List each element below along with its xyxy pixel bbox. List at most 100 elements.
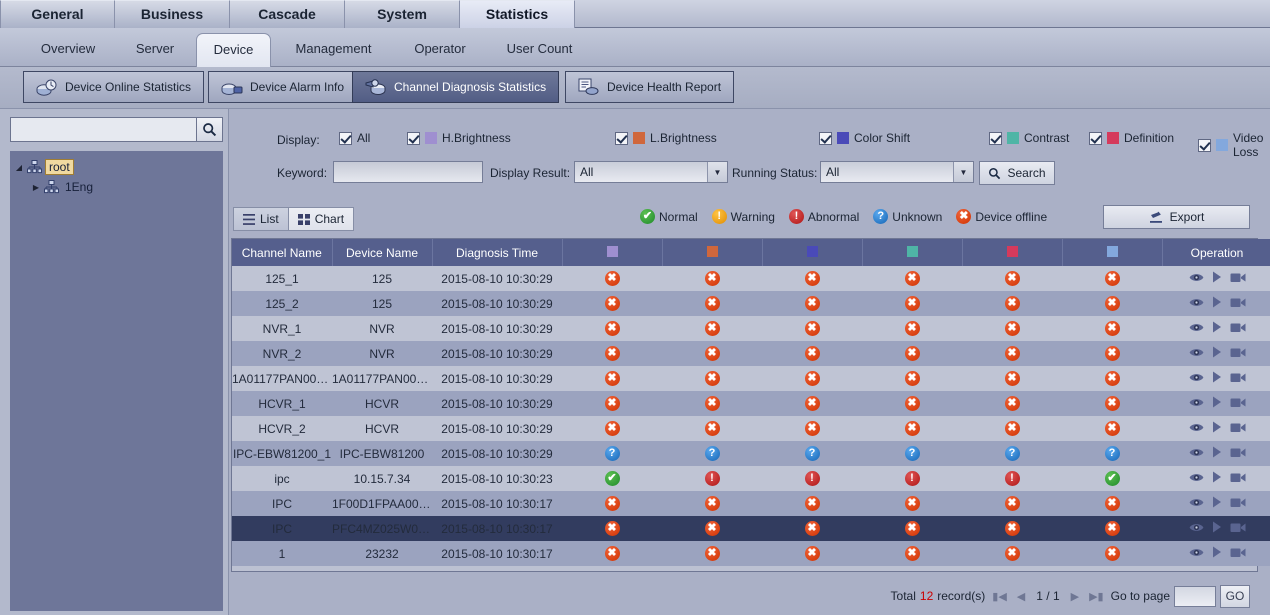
table-row[interactable]: ipc 10.15.7.34 2015-08-10 10:30:23 ✔!!!! ✔ [232,466,1270,491]
table-row[interactable]: IPC-EBW81200_1 IPC-EBW81200 2015-08-10 10:… [232,441,1270,466]
status-offline-icon: ✖ [704,396,720,412]
video-camera-icon[interactable] [1230,522,1246,536]
export-button[interactable]: Export [1103,205,1250,229]
icon-tab-channel-diagnosis-statistics[interactable]: Channel Diagnosis Statistics [352,71,560,103]
filter-h-brightness[interactable]: H.Brightness [407,131,511,145]
play-icon[interactable] [1212,471,1222,486]
eye-icon[interactable] [1189,547,1204,561]
display-result-select[interactable]: All ▼ [574,161,728,183]
tree-node-root[interactable]: ◢ root [14,157,219,177]
cell-channel: NVR_1 [262,321,302,336]
video-camera-icon[interactable] [1230,497,1246,511]
chevron-right-icon[interactable]: ▶ [31,183,41,192]
filter-video-loss[interactable]: Video Loss [1198,131,1270,159]
keyword-input[interactable] [333,161,483,183]
table-row[interactable]: 1 23232 2015-08-10 10:30:17 ✖ ✖ ✖ ✖ ✖ ✖ [232,541,1270,566]
video-camera-icon[interactable] [1230,372,1246,386]
top-tab-business[interactable]: Business [115,0,230,28]
cell-device: HCVR [364,396,399,411]
play-icon[interactable] [1212,521,1222,536]
next-page-icon[interactable]: ▶ [1068,590,1082,603]
video-camera-icon[interactable] [1230,272,1246,286]
play-icon[interactable] [1212,346,1222,361]
video-camera-icon[interactable] [1230,447,1246,461]
video-camera-icon[interactable] [1230,347,1246,361]
eye-icon[interactable] [1189,272,1204,286]
first-page-icon[interactable]: ▮◀ [989,590,1010,603]
search-button[interactable]: Search [979,161,1055,185]
table-row[interactable]: HCVR_1 HCVR 2015-08-10 10:30:29 ✖ ✖ ✖ ✖ ✖ ✖ [232,391,1270,416]
play-icon[interactable] [1212,496,1222,511]
video-camera-icon[interactable] [1230,297,1246,311]
table-row[interactable]: HCVR_2 HCVR 2015-08-10 10:30:29 ✖ ✖ ✖ ✖ ✖ ✖ [232,416,1270,441]
tree-search-button[interactable] [196,118,222,141]
eye-icon[interactable] [1189,422,1204,436]
filter-checkbox[interactable] [615,131,628,145]
play-icon[interactable] [1212,296,1222,311]
video-camera-icon[interactable] [1230,472,1246,486]
video-camera-icon[interactable] [1230,422,1246,436]
table-row[interactable]: 1A01177PAN0000… 1A01177PAN00001 2015-08-10… [232,366,1270,391]
sub-tab-operator[interactable]: Operator [394,33,486,67]
chevron-down-icon[interactable]: ◢ [14,163,24,172]
top-tab-cascade[interactable]: Cascade [230,0,345,28]
sub-tab-user-count[interactable]: User Count [488,33,591,67]
icon-tab-device-health-report[interactable]: Device Health Report [565,71,735,103]
video-camera-icon[interactable] [1230,547,1246,561]
table-row[interactable]: NVR_2 NVR 2015-08-10 10:30:29 ✖ ✖ ✖ ✖ ✖ ✖ [232,341,1270,366]
eye-icon[interactable] [1189,397,1204,411]
eye-icon[interactable] [1189,497,1204,511]
top-tab-system[interactable]: System [345,0,460,28]
prev-page-icon[interactable]: ◀ [1014,590,1028,603]
go-button[interactable]: GO [1220,584,1250,608]
tree-search-input[interactable] [11,118,196,141]
view-mode-list[interactable]: List [233,207,289,231]
filter-color-shift[interactable]: Color Shift [819,131,910,145]
cell-channel: NVR_2 [262,346,302,361]
filter-checkbox[interactable] [1089,131,1102,145]
sub-tab-server[interactable]: Server [120,33,190,67]
icon-tab-device-online-statistics[interactable]: Device Online Statistics [23,71,205,103]
view-mode-chart[interactable]: Chart [288,207,355,231]
goto-page-input[interactable] [1174,585,1216,607]
filter-checkbox[interactable] [819,131,832,145]
tree-node-1eng[interactable]: ▶ 1Eng [31,177,219,197]
table-row[interactable]: IPC PFC4MZ025W000… 2015-08-10 10:30:17 ✖ ✖ ✖ ✖… [232,516,1270,541]
video-camera-icon[interactable] [1230,397,1246,411]
table-row[interactable]: IPC 1F00D1FPAA00189 2015-08-10 10:30:17 ✖ ✖ ✖… [232,491,1270,516]
video-camera-icon[interactable] [1230,322,1246,336]
filter-checkbox[interactable] [989,131,1002,145]
play-icon[interactable] [1212,446,1222,461]
filter-contrast[interactable]: Contrast [989,131,1069,145]
filter-all-checkbox[interactable] [339,131,352,145]
filter-checkbox[interactable] [407,131,420,145]
play-icon[interactable] [1212,271,1222,286]
sub-tab-management[interactable]: Management [275,33,392,67]
filter-checkbox[interactable] [1198,138,1211,152]
sub-tab-device[interactable]: Device [196,33,271,67]
icon-tab-device-alarm-info[interactable]: Device Alarm Info [208,71,358,103]
play-icon[interactable] [1212,321,1222,336]
filter-definition[interactable]: Definition [1089,131,1174,145]
eye-icon[interactable] [1189,472,1204,486]
table-row[interactable]: 125_2 125 2015-08-10 10:30:29 ✖ ✖ ✖ ✖ ✖ ✖ [232,291,1270,316]
table-row[interactable]: 125_1 125 2015-08-10 10:30:29 ✖ ✖ ✖ ✖ ✖ ✖ [232,266,1270,291]
play-icon[interactable] [1212,421,1222,436]
filter-all[interactable]: All [339,131,370,145]
top-tab-general[interactable]: General [0,0,115,28]
running-status-select[interactable]: All ▼ [820,161,974,183]
play-icon[interactable] [1212,396,1222,411]
eye-icon[interactable] [1189,522,1204,536]
top-tab-statistics[interactable]: Statistics [460,0,575,28]
play-icon[interactable] [1212,546,1222,561]
filter-l-brightness[interactable]: L.Brightness [615,131,717,145]
eye-icon[interactable] [1189,297,1204,311]
eye-icon[interactable] [1189,447,1204,461]
last-page-icon[interactable]: ▶▮ [1086,590,1107,603]
table-row[interactable]: NVR_1 NVR 2015-08-10 10:30:29 ✖ ✖ ✖ ✖ ✖ ✖ [232,316,1270,341]
sub-tab-overview[interactable]: Overview [16,33,120,67]
eye-icon[interactable] [1189,372,1204,386]
play-icon[interactable] [1212,371,1222,386]
eye-icon[interactable] [1189,347,1204,361]
eye-icon[interactable] [1189,322,1204,336]
